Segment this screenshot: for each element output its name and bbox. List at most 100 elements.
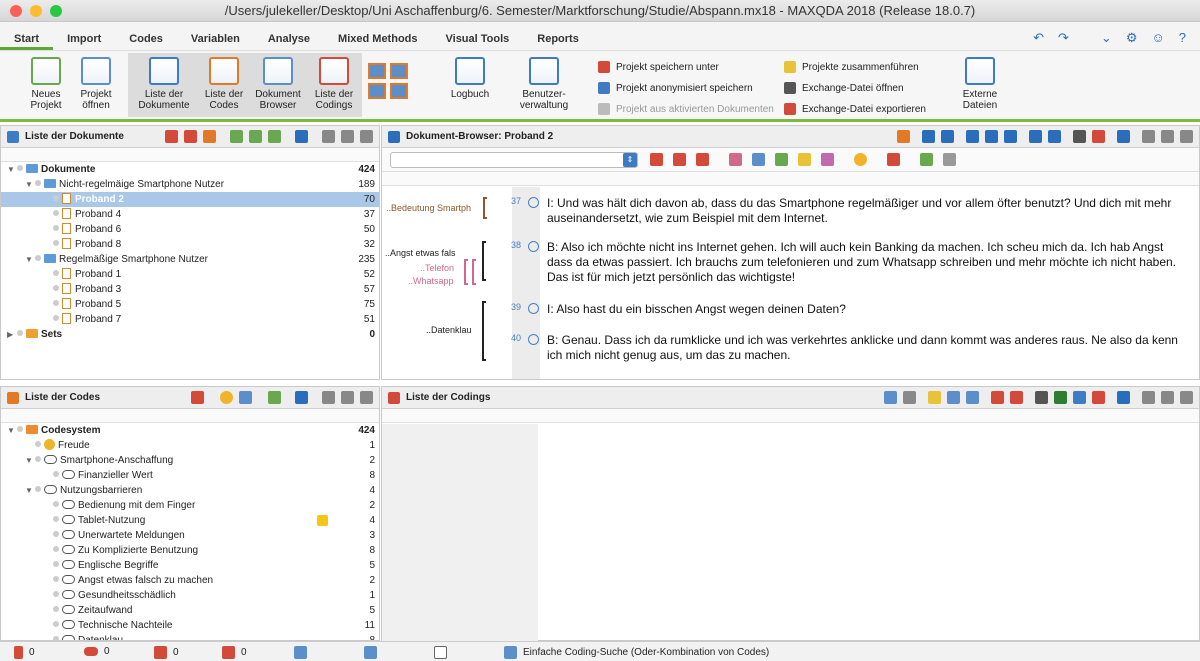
document-row[interactable]: Proband 2 70 [1, 192, 379, 207]
merge-projects-button[interactable]: Projekte zusammenführen [784, 58, 919, 76]
chevron-down-icon[interactable]: ▼ [25, 483, 35, 498]
undock-icon[interactable] [1142, 391, 1155, 404]
zoom-reset-icon[interactable] [1004, 130, 1017, 143]
code-row[interactable]: Unerwartete Meldungen 3 [1, 528, 379, 543]
tab-codes[interactable]: Codes [115, 22, 177, 50]
code-remove-icon[interactable] [696, 153, 709, 166]
chevron-down-icon[interactable]: ⌄ [1101, 30, 1112, 46]
emoticon-icon[interactable] [854, 153, 867, 166]
document-list-button[interactable]: Liste der Dokumente [138, 57, 190, 111]
layout-grid-icon[interactable] [390, 63, 408, 79]
smiley-icon[interactable]: ☺ [1151, 30, 1164, 46]
paragraph-text[interactable]: B: Genau. Dass ich da rumklicke und ich … [547, 333, 1187, 363]
help-icon[interactable]: ? [1179, 30, 1186, 46]
code-row[interactable]: Englische Begriffe 5 [1, 558, 379, 573]
clock-icon[interactable] [528, 241, 539, 252]
link-icon[interactable] [920, 153, 933, 166]
memo-icon[interactable] [897, 130, 910, 143]
layout-grid-icon[interactable] [390, 83, 408, 99]
chevron-down-icon[interactable]: ⇕ [623, 153, 637, 167]
redo-icon[interactable]: ↷ [1058, 30, 1069, 46]
status-memos[interactable]: 0 [222, 646, 247, 659]
code-system-row[interactable]: ▼ Codesystem 424 [1, 423, 379, 438]
chevron-down-icon[interactable]: ▼ [25, 252, 35, 267]
code-row[interactable]: ▼ Nutzungsbarrieren 4 [1, 483, 379, 498]
activate-icon[interactable] [165, 130, 178, 143]
zoom-out-icon[interactable] [985, 130, 998, 143]
activation-dot-icon[interactable] [53, 225, 59, 231]
document-group-row[interactable]: ▼ Dokumente 424 [1, 162, 379, 177]
excel-icon[interactable] [1054, 391, 1067, 404]
chevron-down-icon[interactable]: ▼ [25, 453, 35, 468]
paragraph-text[interactable]: I: Also hast du ein bisschen Angst wegen… [547, 302, 1187, 317]
logbook-button[interactable]: Logbuch [444, 57, 496, 100]
document-browser-button[interactable]: Dokument Browser [252, 57, 304, 111]
close-panel-icon[interactable] [1180, 391, 1193, 404]
activation-dot-icon[interactable] [53, 270, 59, 276]
tab-visual-tools[interactable]: Visual Tools [432, 22, 524, 50]
document-row[interactable]: Proband 1 52 [1, 267, 379, 282]
memo-icon[interactable] [203, 130, 216, 143]
new-group-icon[interactable] [268, 130, 281, 143]
code-row[interactable]: Technische Nachteile 11 [1, 618, 379, 633]
activation-dot-icon[interactable] [53, 606, 59, 612]
deactivate-icon[interactable] [184, 130, 197, 143]
chevron-down-icon[interactable]: ▼ [7, 423, 17, 438]
status-search[interactable]: Einfache Coding-Suche (Oder-Kombination … [504, 646, 769, 659]
activation-dot-icon[interactable] [53, 210, 59, 216]
new-project-button[interactable]: Neues Projekt [20, 57, 72, 111]
activation-dot-icon[interactable] [53, 240, 59, 246]
activation-dot-icon[interactable] [53, 501, 59, 507]
highlighter-icon[interactable] [752, 153, 765, 166]
status-document[interactable] [434, 646, 447, 659]
code-row[interactable]: Gesundheitsschädlich 1 [1, 588, 379, 603]
activation-dot-icon[interactable] [53, 195, 59, 201]
code-icon[interactable] [650, 153, 663, 166]
paragraph-text[interactable]: I: Und was hält dich davon ab, dass du d… [547, 196, 1187, 226]
text-icon[interactable] [1048, 130, 1061, 143]
highlighter-icon[interactable] [821, 153, 834, 166]
activation-dot-icon[interactable] [53, 315, 59, 321]
code-new-icon[interactable] [1010, 391, 1023, 404]
collapse-icon[interactable] [341, 130, 354, 143]
weight-icon[interactable] [928, 391, 941, 404]
minimize-window-button[interactable] [30, 5, 42, 17]
table-view-icon[interactable] [884, 391, 897, 404]
document-group-row[interactable]: ▼ Nicht-regelmäige Smartphone Nutzer 189 [1, 177, 379, 192]
document-row[interactable]: Proband 5 75 [1, 297, 379, 312]
code-row[interactable]: Angst etwas falsch zu machen 2 [1, 573, 379, 588]
activation-dot-icon[interactable] [35, 486, 41, 492]
collapse-icon[interactable] [341, 391, 354, 404]
status-weight[interactable] [294, 646, 307, 659]
activate-icon[interactable] [191, 391, 204, 404]
document-group-row[interactable]: ▼ Regelmäßige Smartphone Nutzer 235 [1, 252, 379, 267]
project-from-activated-button[interactable]: Projekt aus aktivierten Dokumenten [598, 100, 774, 118]
code-new-icon[interactable] [673, 153, 686, 166]
code-row[interactable]: Tablet-Nutzung 4 [1, 513, 379, 528]
highlighter-icon[interactable] [798, 153, 811, 166]
activation-dot-icon[interactable] [17, 330, 23, 336]
layout-grid-icon[interactable] [368, 63, 386, 79]
tab-start[interactable]: Start [0, 22, 54, 50]
zoom-window-button[interactable] [50, 5, 62, 17]
activation-dot-icon[interactable] [53, 591, 59, 597]
table-icon[interactable] [239, 391, 252, 404]
activation-dot-icon[interactable] [53, 285, 59, 291]
close-panel-icon[interactable] [1180, 130, 1193, 143]
document-row[interactable]: Proband 4 37 [1, 207, 379, 222]
collapse-icon[interactable] [1161, 130, 1174, 143]
code-row[interactable]: Bedienung mit dem Finger 2 [1, 498, 379, 513]
margin-code-label[interactable]: ..Bedeutung Smartph [386, 203, 471, 213]
activation-dot-icon[interactable] [53, 561, 59, 567]
document-row[interactable]: Proband 7 51 [1, 312, 379, 327]
codings-list-button[interactable]: Liste der Codings [308, 57, 360, 111]
activation-dot-icon[interactable] [35, 456, 41, 462]
activation-dot-icon[interactable] [35, 441, 41, 447]
tab-reports[interactable]: Reports [523, 22, 593, 50]
highlighter-icon[interactable] [729, 153, 742, 166]
status-codes[interactable]: 0 [84, 646, 110, 657]
globe-icon[interactable] [1073, 391, 1086, 404]
code-select-dropdown[interactable]: ⇕ [390, 152, 638, 168]
layout-grid-icon[interactable] [368, 83, 386, 99]
document-row[interactable]: Proband 6 50 [1, 222, 379, 237]
